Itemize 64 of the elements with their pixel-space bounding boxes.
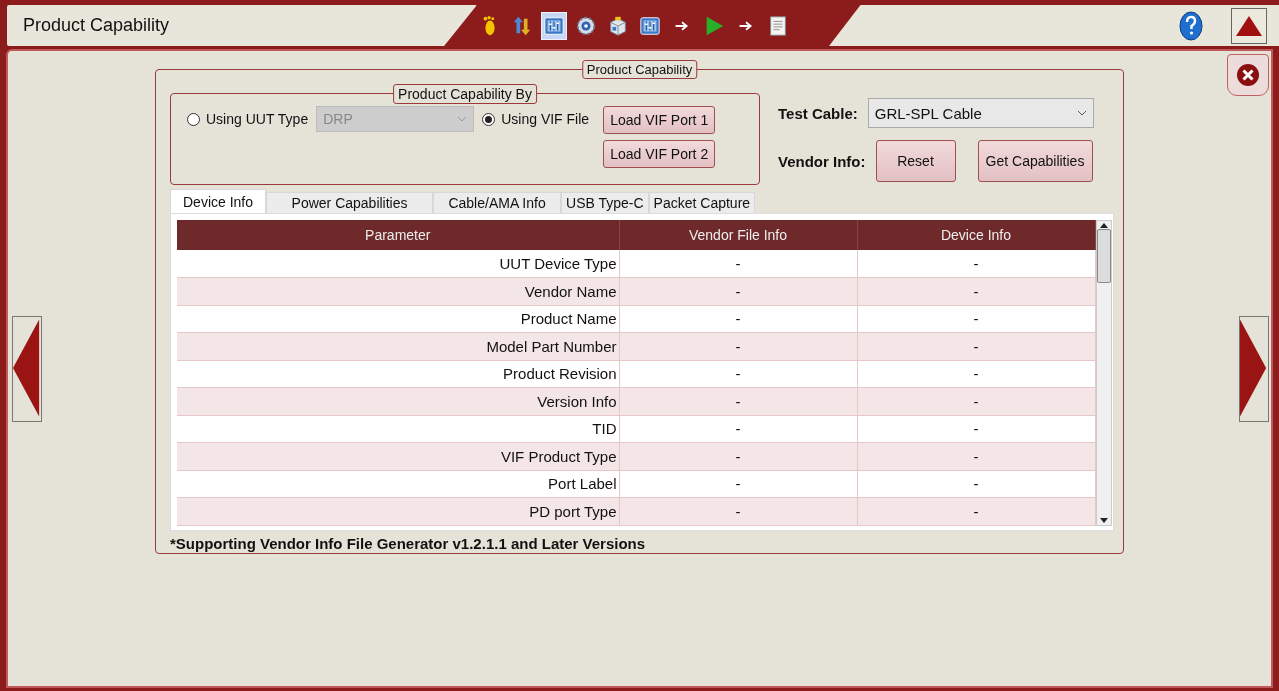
table-cell: - [857, 277, 1095, 305]
column-header: Device Info [857, 220, 1095, 250]
field-label: Test Cable: [778, 104, 858, 122]
table-cell: Vendor Name [177, 277, 619, 305]
previous-button[interactable] [12, 315, 42, 422]
help-icon[interactable] [1179, 10, 1203, 41]
table-cell: - [619, 250, 857, 278]
table-cell: - [857, 360, 1095, 388]
tab[interactable]: Packet Capture [648, 192, 756, 213]
table-cell: - [857, 497, 1095, 525]
group-title: Product Capability By [393, 84, 537, 104]
tab[interactable]: USB Type-C [561, 192, 649, 213]
table-cell: TID [177, 415, 619, 443]
scrollbar-thumb[interactable] [1096, 229, 1111, 283]
table-cell: - [619, 360, 857, 388]
radio-option[interactable]: Using UUT Type [187, 106, 309, 132]
chevron-down-icon [457, 116, 468, 122]
get-capabilities-button[interactable]: Get Capabilities [977, 140, 1093, 182]
table-cell: VIF Product Type [177, 442, 619, 470]
collapse-button[interactable] [1231, 7, 1267, 44]
table-cell: - [619, 332, 857, 360]
table-cell: - [857, 305, 1095, 333]
load-vif-button[interactable]: Load VIF Port 1 [603, 106, 716, 134]
test-cable-dropdown[interactable]: GRL-SPL Cable [867, 98, 1094, 128]
chevron-down-icon [1076, 110, 1087, 116]
table-cell: - [619, 415, 857, 443]
scroll-down-icon[interactable] [1098, 516, 1109, 525]
table-cell: UUT Device Type [177, 250, 619, 278]
table-cell: Product Revision [177, 360, 619, 388]
table-cell: - [857, 470, 1095, 498]
tab[interactable]: Power Capabilities [266, 192, 434, 213]
table-cell: PD port Type [177, 497, 619, 525]
sliders-icon[interactable] [541, 11, 567, 40]
table-cell: Model Part Number [177, 332, 619, 360]
radio-button[interactable] [482, 112, 496, 126]
footnote: *Supporting Vendor Info File Generator v1.2.1.1 and Later Versions [170, 534, 647, 552]
next-button[interactable] [1239, 315, 1269, 422]
table-cell: - [857, 415, 1095, 443]
radio-option[interactable]: Using VIF File [482, 106, 590, 132]
table-cell: Product Name [177, 305, 619, 333]
table-cell: - [857, 332, 1095, 360]
close-button[interactable] [1227, 54, 1269, 96]
reset-button[interactable]: Reset [875, 140, 956, 182]
table-cell: - [857, 250, 1095, 278]
table-cell: - [857, 387, 1095, 415]
table-cell: - [619, 470, 857, 498]
load-vif-button[interactable]: Load VIF Port 2 [603, 140, 716, 168]
window-title: Product Capability [23, 15, 170, 36]
table-cell: Port Label [177, 470, 619, 498]
column-header: Vendor File Info [619, 220, 857, 250]
table-cell: - [619, 442, 857, 470]
panel-title: Product Capability [581, 60, 698, 79]
tab[interactable]: Device Info [170, 189, 267, 213]
radio-button[interactable] [187, 112, 200, 126]
field-label: Vendor Info: [778, 152, 866, 170]
column-header: Parameter [177, 220, 619, 250]
table-cell: - [619, 497, 857, 525]
table-cell: - [619, 387, 857, 415]
table-cell: - [857, 442, 1095, 470]
table-cell: - [619, 277, 857, 305]
table-cell: Version Info [177, 387, 619, 415]
tab[interactable]: Cable/AMA Info [433, 192, 562, 213]
close-icon [1236, 63, 1260, 87]
table-cell: - [619, 305, 857, 333]
